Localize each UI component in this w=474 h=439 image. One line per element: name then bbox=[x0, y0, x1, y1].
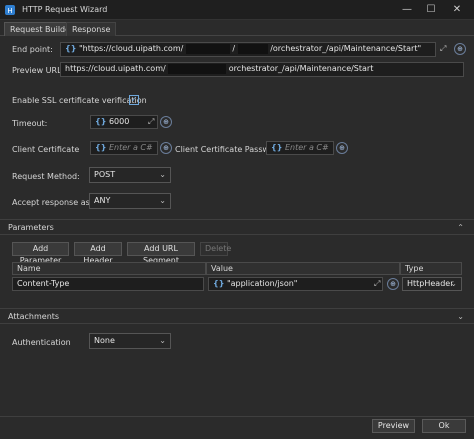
request-method-label: Request Method: bbox=[12, 172, 80, 181]
endpoint-value-mid: / bbox=[232, 44, 236, 53]
add-header-button[interactable]: Add Header bbox=[74, 242, 122, 265]
add-variable-icon[interactable]: ⊕ bbox=[336, 142, 348, 154]
parameters-section-label: Parameters bbox=[8, 223, 54, 232]
authentication-value: None bbox=[94, 336, 115, 345]
accept-response-select[interactable]: ANY ⌄ bbox=[89, 193, 171, 209]
window-title: HTTP Request Wizard bbox=[22, 5, 108, 14]
delete-button[interactable]: Delete bbox=[200, 242, 231, 256]
column-header-type: Type bbox=[400, 262, 462, 275]
expression-braces-icon: {} bbox=[95, 117, 107, 126]
redacted-block bbox=[168, 63, 227, 74]
client-certificate-input[interactable]: {} Enter a C# bbox=[90, 141, 158, 155]
chevron-down-icon: ⌄ bbox=[450, 279, 457, 288]
ssl-checkbox[interactable]: ✓ bbox=[129, 95, 139, 105]
accept-response-label: Accept response as: bbox=[12, 198, 93, 207]
preview-url-suffix: orchestrator_/api/Maintenance/Start bbox=[228, 64, 374, 73]
timeout-label: Timeout: bbox=[12, 119, 48, 128]
preview-url-label: Preview URL: bbox=[12, 66, 65, 75]
column-header-value: Value bbox=[206, 262, 400, 275]
expression-braces-icon: {} bbox=[213, 279, 225, 288]
add-url-segment-button[interactable]: Add URL Segment bbox=[127, 242, 195, 265]
client-certificate-label: Client Certificate bbox=[12, 145, 80, 154]
chevron-down-icon: ⌄ bbox=[159, 336, 166, 345]
expression-braces-icon: {} bbox=[65, 44, 77, 53]
minimize-button[interactable]: — bbox=[400, 3, 414, 17]
parameter-type-value: HttpHeader bbox=[407, 279, 454, 288]
parameters-section-header[interactable]: Parameters ⌃ bbox=[0, 219, 474, 235]
accept-response-value: ANY bbox=[94, 196, 111, 205]
redacted-block bbox=[185, 43, 230, 54]
client-certificate-placeholder: Enter a C# bbox=[108, 143, 153, 152]
expand-editor-icon[interactable]: ⤢ bbox=[148, 117, 154, 127]
expression-braces-icon: {} bbox=[271, 143, 283, 152]
parameter-value-text: "application/json" bbox=[226, 279, 298, 288]
app-logo-icon: H bbox=[5, 5, 15, 15]
preview-url-prefix: https://cloud.uipath.com/ bbox=[65, 64, 166, 73]
ok-button[interactable]: Ok bbox=[422, 419, 466, 433]
authentication-select[interactable]: None ⌄ bbox=[89, 333, 171, 349]
parameter-type-select[interactable]: HttpHeader ⌄ bbox=[402, 277, 462, 291]
expression-braces-icon: {} bbox=[95, 143, 107, 152]
request-method-value: POST bbox=[94, 170, 116, 179]
close-button[interactable]: ✕ bbox=[450, 3, 464, 17]
add-variable-icon[interactable]: ⊕ bbox=[387, 278, 399, 290]
svg-text:H: H bbox=[7, 7, 12, 15]
request-method-select[interactable]: POST ⌄ bbox=[89, 167, 171, 183]
attachments-section-label: Attachments bbox=[8, 312, 60, 321]
add-variable-icon[interactable]: ⊕ bbox=[454, 43, 466, 55]
add-variable-icon[interactable]: ⊕ bbox=[160, 142, 172, 154]
add-parameter-button[interactable]: Add Parameter bbox=[12, 242, 69, 265]
ssl-label: Enable SSL certificate verification bbox=[12, 96, 147, 105]
endpoint-label: End point: bbox=[12, 45, 53, 54]
endpoint-value-suffix: /orchestrator_/api/Maintenance/Start" bbox=[270, 44, 422, 53]
attachments-section-header[interactable]: Attachments ⌄ bbox=[0, 308, 474, 324]
maximize-button[interactable]: ☐ bbox=[424, 3, 438, 17]
chevron-up-icon[interactable]: ⌃ bbox=[457, 223, 464, 232]
client-certificate-password-placeholder: Enter a C# bbox=[284, 143, 329, 152]
column-header-name: Name bbox=[12, 262, 206, 275]
preview-button[interactable]: Preview bbox=[372, 419, 415, 433]
expand-editor-icon[interactable]: ⤢ bbox=[374, 279, 380, 289]
chevron-down-icon[interactable]: ⌄ bbox=[457, 312, 464, 321]
tab-response[interactable]: Response bbox=[66, 22, 117, 36]
expand-editor-icon[interactable]: ⤢ bbox=[440, 44, 446, 54]
redacted-block bbox=[237, 43, 268, 54]
endpoint-value-prefix: "https://cloud.uipath.com/ bbox=[78, 44, 184, 53]
authentication-label: Authentication bbox=[12, 338, 71, 347]
chevron-down-icon: ⌄ bbox=[159, 196, 166, 205]
timeout-value: 6000 bbox=[108, 117, 130, 126]
endpoint-input[interactable]: {} "https://cloud.uipath.com/ / /orchest… bbox=[60, 42, 436, 57]
parameter-name-cell[interactable]: Content-Type bbox=[12, 277, 204, 291]
client-certificate-password-input[interactable]: {} Enter a C# bbox=[266, 141, 334, 155]
parameter-value-cell[interactable]: {} "application/json" bbox=[208, 277, 383, 291]
add-variable-icon[interactable]: ⊕ bbox=[160, 116, 172, 128]
preview-url-field: https://cloud.uipath.com/ orchestrator_/… bbox=[60, 62, 464, 77]
chevron-down-icon: ⌄ bbox=[159, 170, 166, 179]
